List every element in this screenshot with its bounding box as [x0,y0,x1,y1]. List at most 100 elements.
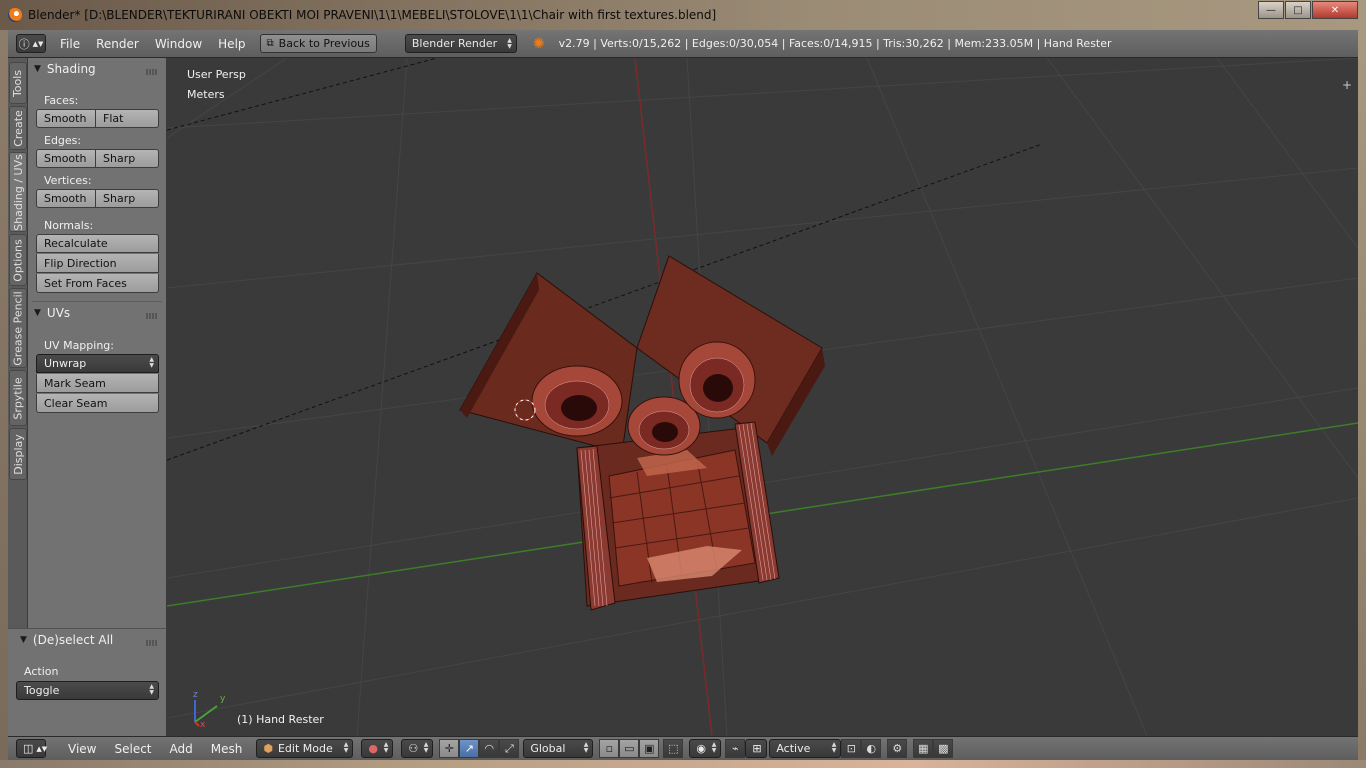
tab-tools-label: Tools [11,69,25,97]
faces-smooth-button[interactable]: Smooth [36,109,96,128]
faces-flat-button[interactable]: Flat [96,109,159,128]
tab-shading-uvs[interactable]: Shading / UVs [9,152,27,232]
updown-arrows-icon: ▲▼ [343,741,349,754]
shading-sphere-icon: ● [368,742,378,755]
mark-seam-button[interactable]: Mark Seam [36,374,159,393]
menu-help[interactable]: Help [218,37,245,51]
blender-logo-icon: ✺ [532,35,545,52]
editor-type-button[interactable]: ◫ ▲▼ [16,739,47,758]
window-titlebar: Blender* [D:\BLENDER\TEKTURIRANI OBEKTI … [0,0,1366,30]
unwrap-menu-button[interactable]: Unwrap ▲ ▼ [36,354,159,373]
expand-triangle-icon: ▼ [34,308,41,318]
render-image-icon[interactable]: ▦ [913,739,934,758]
snap-target-select[interactable]: Active ▲ ▼ [769,739,842,758]
tab-srpytile[interactable]: Srpytile [9,370,27,426]
operator-panel-header[interactable]: ▼ (De)select All [20,633,113,647]
axis-z-label: z [193,690,198,700]
snap-toggle-icon[interactable]: ⌁ [725,739,746,758]
snap-element-select[interactable]: ⊞ [745,739,768,758]
window-frame-left [0,30,8,760]
tab-grease-pencil-label: Grease Pencil [11,290,25,366]
mode-select[interactable]: ⬢ Edit Mode ▲ ▼ [256,739,354,758]
expand-triangle-icon: ▼ [34,64,41,74]
chair-model[interactable] [459,255,825,611]
menu-add[interactable]: Add [170,742,193,756]
viewport-canvas [167,58,1358,736]
mesh-tools-icon[interactable]: ⚙ [887,739,908,758]
3d-viewport[interactable]: User Persp Meters (1) Hand Rester z y x … [167,58,1358,736]
edge-select-icon[interactable]: ▭ [619,739,640,758]
proportional-edit-icon: ◉ [696,742,706,755]
cylinder-right [678,341,756,419]
shading-panel-header[interactable]: ▼ Shading [34,62,96,76]
snap-element-icon: ⊞ [752,742,762,755]
axis-gizmo [194,700,218,727]
recalculate-button[interactable]: Recalculate [36,234,159,253]
tab-grease-pencil[interactable]: Grease Pencil [9,288,27,368]
back-to-previous-button[interactable]: ⧉ Back to Previous [259,34,377,53]
menu-mesh[interactable]: Mesh [211,742,243,756]
translate-manipulator-icon[interactable]: ↗ [459,739,480,758]
flip-direction-button[interactable]: Flip Direction [36,254,159,273]
updown-arrows-icon: ▲▼ [149,683,154,696]
tab-display-label: Display [11,433,25,475]
clear-seam-button[interactable]: Clear Seam [36,394,159,413]
tab-create[interactable]: Create [9,106,27,150]
updown-arrows-icon: ▲▼ [423,741,429,754]
menu-window[interactable]: Window [155,37,202,51]
blender-logo-icon [8,8,22,22]
menu-render[interactable]: Render [96,37,139,51]
render-engine-select[interactable]: Blender Render ▲ ▼ [404,34,517,53]
occlude-geometry-icon[interactable]: ⬚ [663,739,684,758]
shading-panel-title: Shading [46,62,96,76]
snap-project-icon[interactable]: ◐ [861,739,882,758]
minimize-button[interactable]: — [1258,1,1284,19]
unwrap-label: Unwrap [44,357,87,370]
maximize-button[interactable]: □ [1285,1,1311,19]
drag-grip-icon[interactable] [146,69,158,75]
info-header: ⓘ ▲▼ File Render Window Help ⧉ Back to Pr… [8,30,1358,58]
tab-display[interactable]: Display [9,428,27,480]
tab-tools[interactable]: Tools [9,62,27,104]
action-select[interactable]: Toggle ▲ ▼ [16,681,159,700]
editor-type-button[interactable]: ⓘ ▲▼ [16,34,46,53]
tool-shelf: ▼ Shading Faces: Smooth Flat Edges: Smoo… [28,58,167,628]
operator-panel: ▼ (De)select All Action Toggle ▲ ▼ [8,628,167,736]
proportional-edit-select[interactable]: ◉ ▲ ▼ [689,739,722,758]
cube-icon: ◫ [23,742,34,755]
menu-view[interactable]: View [68,742,96,756]
set-from-faces-button[interactable]: Set From Faces [36,274,159,293]
tab-options[interactable]: Options [9,234,27,286]
properties-toggle-icon[interactable]: + [1342,78,1352,92]
manipulator-toggle-icon[interactable]: ✛ [439,739,460,758]
updown-arrows-icon: ▲▼ [32,39,44,48]
transform-orientation-select[interactable]: Global ▲ ▼ [523,739,594,758]
updown-arrows-icon: ▲▼ [507,37,512,50]
pivot-point-select[interactable]: ⚇ ▲ ▼ [401,739,434,758]
render-animation-icon[interactable]: ▩ [933,739,954,758]
scale-manipulator-icon[interactable]: ⤢ [499,739,520,758]
snap-align-icon[interactable]: ⊡ [841,739,862,758]
vertices-sharp-button[interactable]: Sharp [96,189,159,208]
window-controls: — □ ✕ [1257,1,1358,19]
tab-options-label: Options [11,238,25,282]
viewport-shading-select[interactable]: ● ▲ ▼ [361,739,394,758]
rotate-manipulator-icon[interactable]: ◠ [479,739,500,758]
edit-mode-icon: ⬢ [263,742,273,755]
menu-select[interactable]: Select [114,742,151,756]
edges-smooth-button[interactable]: Smooth [36,149,96,168]
render-engine-label: Blender Render [411,37,498,50]
tab-srpytile-label: Srpytile [11,376,25,420]
vertices-smooth-button[interactable]: Smooth [36,189,96,208]
face-select-icon[interactable]: ▣ [639,739,660,758]
close-button[interactable]: ✕ [1312,1,1358,19]
uvs-panel-header[interactable]: ▼ UVs [34,306,70,320]
menu-file[interactable]: File [60,37,80,51]
drag-grip-icon[interactable] [146,313,158,319]
screen-icon: ⧉ [266,38,274,49]
edges-label: Edges: [44,134,82,147]
vertex-select-icon[interactable]: ▫ [599,739,620,758]
drag-grip-icon[interactable] [146,640,158,646]
expand-triangle-icon: ▼ [20,635,27,645]
edges-sharp-button[interactable]: Sharp [96,149,159,168]
